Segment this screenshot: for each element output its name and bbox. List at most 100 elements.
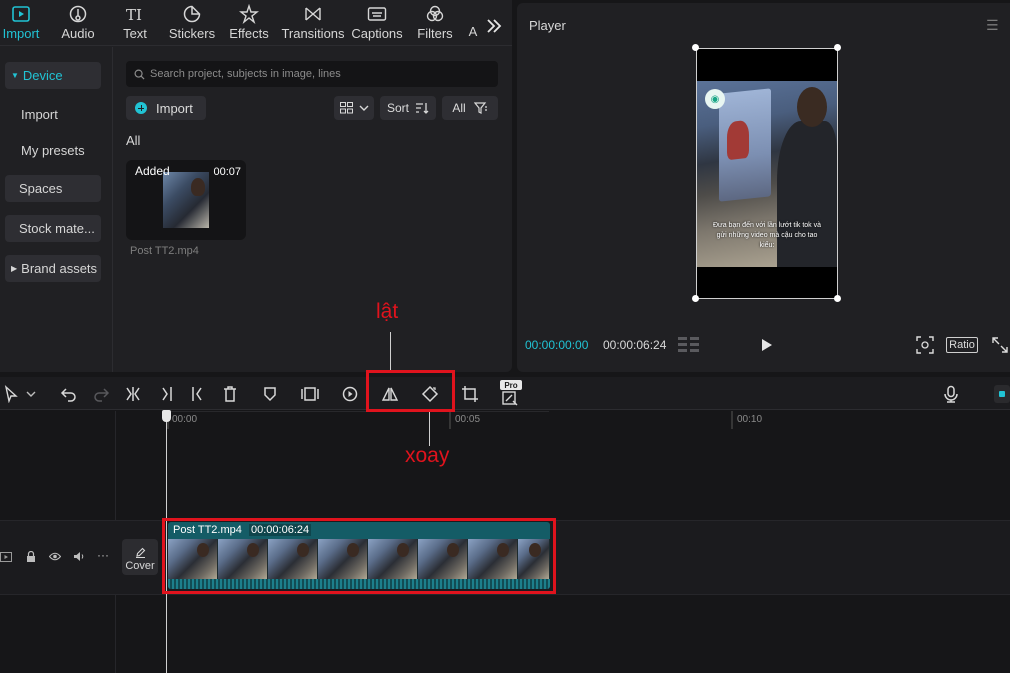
expand-icon[interactable]	[992, 337, 1008, 353]
tab-label: Filters	[417, 26, 453, 41]
search-box[interactable]	[126, 61, 498, 87]
resize-handle[interactable]	[834, 44, 841, 51]
speaker-icon[interactable]	[73, 551, 85, 562]
search-input[interactable]	[150, 68, 490, 80]
delete-button[interactable]	[219, 384, 241, 404]
more-options-icon[interactable]: ···	[97, 548, 109, 562]
marker-button[interactable]	[259, 384, 281, 404]
tab-label: Stickers	[168, 26, 216, 41]
microphone-button[interactable]	[940, 384, 962, 404]
reverse-play-icon	[342, 386, 358, 402]
sidebar-item-my-presets[interactable]: My presets	[5, 137, 101, 164]
view-mode-button[interactable]	[334, 96, 374, 120]
ruler-tick-label: 00:05	[455, 414, 481, 425]
ruler-tick-label: 00:10	[737, 414, 763, 425]
cover-button-label: Cover	[125, 560, 155, 572]
tab-transitions[interactable]: Transitions	[280, 4, 346, 44]
select-mode-dropdown[interactable]	[22, 384, 40, 404]
menu-icon[interactable]: ☰	[986, 17, 999, 34]
timeline-grid-icon[interactable]	[678, 337, 700, 352]
split-button[interactable]	[122, 384, 144, 404]
timeline-ruler[interactable]	[117, 410, 1010, 437]
main-track-magnet-toggle[interactable]	[994, 385, 1010, 403]
reverse-button[interactable]	[339, 384, 361, 404]
rotate-callout-line	[429, 412, 430, 446]
split-right-button[interactable]	[186, 384, 208, 404]
transitions-icon	[305, 7, 321, 21]
resize-handle[interactable]	[692, 295, 699, 302]
tab-effects[interactable]: Effects	[228, 4, 270, 44]
redo-button[interactable]	[90, 384, 112, 404]
sidebar-item-label: Device	[22, 68, 63, 83]
freeze-icon	[301, 387, 319, 401]
resize-handle[interactable]	[834, 295, 841, 302]
video-man-head	[797, 87, 827, 127]
magic-crop-icon	[502, 391, 518, 406]
category-tabbar: Import Audio TI Text Stickers Effects Tr…	[0, 0, 512, 46]
double-chevron-right-icon	[487, 19, 502, 33]
tab-adjustment[interactable]: A	[466, 24, 480, 64]
split-icon	[126, 387, 140, 401]
sidebar-item-device[interactable]: ▼ Device	[5, 62, 101, 89]
media-status-badge: Added	[135, 164, 170, 178]
play-icon[interactable]	[761, 338, 773, 352]
fullscreen-focus-icon[interactable]	[916, 336, 934, 354]
crop-button[interactable]	[459, 384, 481, 404]
more-tabs-button[interactable]	[484, 16, 504, 56]
video-caption: Đưa bạn đến với lần lướt tik tok và gửi …	[712, 222, 822, 249]
sidebar-item-spaces[interactable]: Spaces	[5, 175, 101, 202]
trim-left-icon	[162, 387, 172, 401]
player-title: Player	[529, 18, 566, 33]
video-preview: ◉ Đưa bạn đến với lần lướt tik tok và gử…	[697, 81, 837, 267]
select-tool-button[interactable]	[0, 384, 22, 404]
sidebar-item-import[interactable]: Import	[5, 101, 101, 128]
split-left-button[interactable]	[156, 384, 178, 404]
captions-icon	[367, 7, 387, 21]
sidebar-item-label: Stock mate...	[19, 221, 95, 236]
tab-audio[interactable]: Audio	[58, 4, 98, 44]
sidebar-item-brand-assets[interactable]: ▶ Brand assets	[5, 255, 101, 282]
ruler-ticks	[167, 410, 733, 429]
ai-effect-button[interactable]	[499, 388, 521, 408]
text-icon: TI	[126, 6, 142, 24]
undo-button[interactable]	[58, 384, 80, 404]
rotate-annotation: xoay	[405, 444, 450, 467]
eye-icon[interactable]	[49, 552, 61, 561]
caret-down-icon: ▼	[11, 71, 19, 80]
tab-label: Effects	[229, 26, 269, 41]
import-icon	[12, 6, 30, 22]
media-card[interactable]: Added 00:07	[126, 160, 246, 240]
undo-icon	[60, 388, 76, 402]
stickers-icon	[183, 5, 201, 23]
lock-icon[interactable]	[26, 551, 36, 562]
ratio-button[interactable]: Ratio	[946, 337, 978, 353]
tab-label: Captions	[351, 26, 403, 41]
chevron-down-icon	[359, 105, 368, 111]
sort-icon	[416, 103, 429, 114]
tab-import[interactable]: Import	[0, 4, 42, 44]
chevron-down-icon	[26, 391, 36, 397]
redo-icon	[94, 388, 110, 402]
tab-captions[interactable]: Captions	[350, 4, 404, 44]
trim-right-icon	[192, 387, 202, 401]
import-button[interactable]: Import	[126, 96, 206, 120]
wifi-logo-icon: ◉	[705, 89, 725, 109]
track-video-icon	[0, 552, 12, 562]
tab-filters[interactable]: Filters	[416, 4, 454, 44]
cover-button[interactable]: Cover	[122, 539, 158, 575]
clip-highlight	[162, 518, 556, 594]
sidebar-item-stock-materials[interactable]: Stock mate...	[5, 215, 101, 242]
resize-handle[interactable]	[692, 44, 699, 51]
tab-stickers[interactable]: Stickers	[166, 4, 218, 44]
filter-button[interactable]: All	[442, 96, 498, 120]
caret-right-icon: ▶	[11, 264, 18, 273]
filter-icon	[473, 102, 487, 114]
freeze-frame-button[interactable]	[299, 384, 321, 404]
sort-button[interactable]: Sort	[380, 96, 436, 120]
playhead-handle[interactable]	[162, 410, 171, 422]
microphone-icon	[944, 385, 958, 403]
flip-annotation: lật	[376, 300, 399, 323]
grid-view-icon	[339, 102, 353, 114]
tab-text[interactable]: TI Text	[118, 4, 152, 44]
sidebar-item-label: Brand assets	[21, 261, 98, 276]
